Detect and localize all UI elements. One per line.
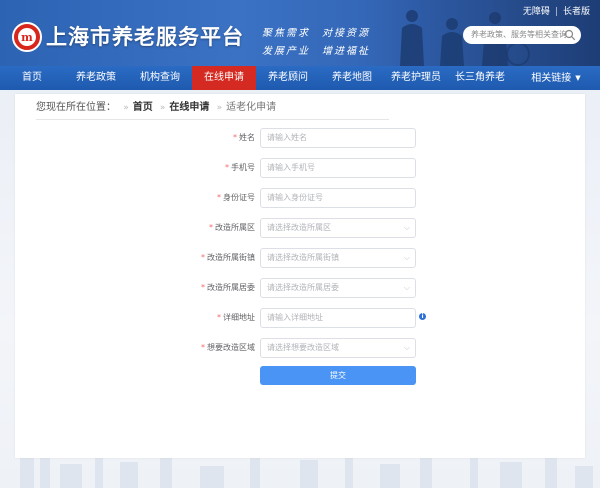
chevron-down-icon: ▼: [575, 74, 581, 82]
select-placeholder: 请选择改造所属居委: [267, 283, 339, 292]
breadcrumb-divider: [36, 119, 389, 120]
select-placeholder: 请选择改造所属街镇: [267, 253, 339, 262]
field-label: * 姓名: [233, 128, 255, 148]
nav-item-home[interactable]: 首页: [0, 66, 64, 90]
chevron-down-icon: ⌵: [403, 253, 410, 262]
logo-glyph: m: [18, 28, 36, 46]
field-label-text: 姓名: [239, 133, 255, 142]
form-row-area: * 想要改造区域 请选择想要改造区域 ⌵: [15, 338, 585, 358]
search-icon[interactable]: [564, 29, 576, 41]
field-label: * 改造所属居委: [201, 278, 255, 298]
field-label-text: 改造所属区: [215, 223, 255, 232]
utility-links: 无障碍 | 长者版: [523, 4, 590, 17]
nav-label: 机构查询: [140, 72, 180, 83]
input-placeholder: 请输入姓名: [267, 133, 307, 142]
required-mark: *: [201, 343, 205, 352]
nav-item-consultant[interactable]: 养老顾问: [256, 66, 320, 90]
form-row-street: * 改造所属街镇 请选择改造所属街镇 ⌵: [15, 248, 585, 268]
util-separator: |: [554, 7, 558, 17]
field-label-text: 想要改造区域: [207, 343, 255, 352]
nav-label: 养老顾问: [268, 72, 308, 83]
breadcrumb-prefix: 您现在所在位置：: [36, 102, 116, 113]
required-mark: *: [225, 163, 229, 172]
district-select[interactable]: 请选择改造所属区 ⌵: [260, 218, 416, 238]
nav-label: 相关链接: [531, 73, 572, 84]
area-select[interactable]: 请选择想要改造区域 ⌵: [260, 338, 416, 358]
accessible-link[interactable]: 无障碍: [523, 7, 550, 17]
site-logo[interactable]: m: [12, 22, 42, 52]
chevron-down-icon: ⌵: [403, 283, 410, 292]
required-mark: *: [209, 223, 213, 232]
search-input[interactable]: 养老政策、服务等相关查询: [463, 26, 581, 44]
breadcrumb-home[interactable]: 首页: [133, 102, 153, 113]
slogan-line-2: 发展产业 增进福祉: [262, 46, 370, 57]
nav-item-institutions[interactable]: 机构查询: [128, 66, 192, 90]
select-placeholder: 请选择想要改造区域: [267, 343, 339, 352]
field-label-text: 改造所属街镇: [207, 253, 255, 262]
chevron-right-icon: »: [159, 103, 166, 113]
content-panel: 您现在所在位置： » 首页 » 在线申请 » 适老化申请 * 姓名 请输入姓名 * 手机号…: [15, 94, 585, 458]
field-label-text: 改造所属居委: [207, 283, 255, 292]
nav-item-online-apply[interactable]: 在线申请: [192, 66, 256, 90]
form-row-id-number: * 身份证号 请输入身份证号: [15, 188, 585, 208]
input-placeholder: 请输入身份证号: [267, 193, 323, 202]
form-row-address: * 详细地址 请输入详细地址 i: [15, 308, 585, 328]
form-row-district: * 改造所属区 请选择改造所属区 ⌵: [15, 218, 585, 238]
field-label: * 改造所属街镇: [201, 248, 255, 268]
nav-item-map[interactable]: 养老地图: [320, 66, 384, 90]
nav-label: 养老政策: [76, 72, 116, 83]
input-placeholder: 请输入详细地址: [267, 313, 323, 322]
elder-version-link[interactable]: 长者版: [563, 7, 590, 17]
committee-select[interactable]: 请选择改造所属居委 ⌵: [260, 278, 416, 298]
required-mark: *: [201, 253, 205, 262]
form-row-name: * 姓名 请输入姓名: [15, 128, 585, 148]
nav-label: 首页: [22, 72, 42, 83]
field-label: * 想要改造区域: [201, 338, 255, 358]
chevron-down-icon: ⌵: [403, 343, 410, 352]
field-label: * 详细地址: [217, 308, 255, 328]
field-label: * 身份证号: [217, 188, 255, 208]
form-row-phone: * 手机号 请输入手机号: [15, 158, 585, 178]
nav-item-yangtze-delta[interactable]: 长三角养老: [448, 66, 512, 90]
required-mark: *: [233, 133, 237, 142]
nav-label: 长三角养老: [455, 72, 505, 83]
site-header: m 上海市养老服务平台 聚焦需求 对接资源 发展产业 增进福祉 无障碍 | 长者版 …: [0, 0, 600, 66]
address-input[interactable]: 请输入详细地址: [260, 308, 416, 328]
id-number-input[interactable]: 请输入身份证号: [260, 188, 416, 208]
nav-label: 养老地图: [332, 72, 372, 83]
nav-item-policy[interactable]: 养老政策: [64, 66, 128, 90]
required-mark: *: [217, 193, 221, 202]
chevron-down-icon: ⌵: [403, 223, 410, 232]
search-placeholder: 养老政策、服务等相关查询: [471, 30, 567, 39]
breadcrumb-online-apply[interactable]: 在线申请: [169, 102, 209, 113]
field-label-text: 详细地址: [223, 313, 255, 322]
chevron-right-icon: »: [216, 103, 223, 113]
form-row-committee: * 改造所属居委 请选择改造所属居委 ⌵: [15, 278, 585, 298]
site-title[interactable]: 上海市养老服务平台: [46, 22, 244, 52]
phone-input[interactable]: 请输入手机号: [260, 158, 416, 178]
nav-item-related-links[interactable]: 相关链接 ▼: [512, 66, 600, 90]
chevron-right-icon: »: [123, 103, 129, 113]
input-placeholder: 请输入手机号: [267, 163, 315, 172]
name-input[interactable]: 请输入姓名: [260, 128, 416, 148]
nav-label: 养老护理员: [391, 72, 441, 83]
required-mark: *: [201, 283, 205, 292]
nav-item-caregivers[interactable]: 养老护理员: [384, 66, 448, 90]
submit-button[interactable]: 提交: [260, 366, 416, 385]
field-label: * 改造所属区: [209, 218, 255, 238]
slogan-line-1: 聚焦需求 对接资源: [262, 28, 370, 39]
info-icon[interactable]: i: [419, 313, 426, 320]
street-select[interactable]: 请选择改造所属街镇 ⌵: [260, 248, 416, 268]
breadcrumb: 您现在所在位置： » 首页 » 在线申请 » 适老化申请: [36, 100, 276, 116]
nav-label: 在线申请: [204, 72, 244, 83]
select-placeholder: 请选择改造所属区: [267, 223, 331, 232]
field-label-text: 身份证号: [223, 193, 255, 202]
breadcrumb-current: 适老化申请: [226, 102, 277, 113]
main-nav: 首页 养老政策 机构查询 在线申请 养老顾问 养老地图 养老护理员 长三角养老 …: [0, 66, 600, 90]
field-label-text: 手机号: [231, 163, 255, 172]
field-label: * 手机号: [225, 158, 255, 178]
required-mark: *: [217, 313, 221, 322]
